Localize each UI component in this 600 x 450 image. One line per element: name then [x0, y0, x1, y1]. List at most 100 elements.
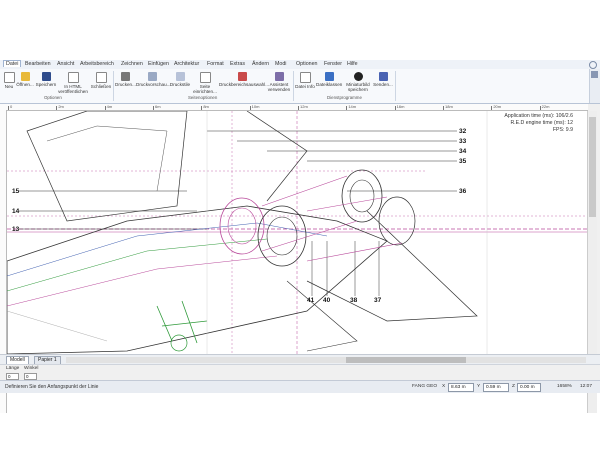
menu-fenster[interactable]: Fenster: [324, 61, 342, 67]
callout-label: 35: [459, 158, 467, 165]
ruler-label: 12m: [300, 104, 308, 109]
menu-hilfe[interactable]: Hilfe: [347, 61, 358, 67]
file-classes-button[interactable]: Dateiklassen: [316, 72, 342, 87]
ruler-tick: [346, 106, 348, 110]
envelope-icon: [378, 72, 388, 81]
ruler-label: 18m: [445, 104, 453, 109]
ruler-label: 2m: [58, 104, 64, 109]
send-button[interactable]: Senden...: [373, 72, 393, 87]
group-label-optionen: Optionen: [44, 95, 62, 100]
x-coordinate-field[interactable]: 8.63 m: [448, 383, 474, 392]
ruler-tick: [539, 106, 541, 110]
zoom-level[interactable]: 1658%: [557, 384, 572, 389]
ribbon-separator: [395, 71, 396, 101]
new-button[interactable]: Neu: [2, 72, 16, 89]
print-styles-button[interactable]: Druckstile: [169, 72, 191, 87]
cad-application-window: Datei Bearbeiten Ansicht Arbeitsbereich …: [0, 60, 600, 413]
ruler-tick: [394, 106, 396, 110]
ruler-label: 22m: [541, 104, 550, 109]
folder-icon: [20, 72, 30, 81]
page-setup-icon: [199, 72, 211, 83]
floppy-disk-icon: [41, 72, 51, 81]
ruler-label: 10m: [251, 104, 260, 109]
perf-application-time: Application time (ms): 106/2.6: [504, 113, 573, 119]
callout-label: 13: [12, 226, 20, 233]
menu-modi[interactable]: Modi: [275, 61, 286, 67]
scroll-thumb[interactable]: [346, 357, 466, 363]
menu-extras[interactable]: Extras: [230, 61, 245, 67]
print-button[interactable]: Drucken...: [115, 72, 136, 87]
ribbon-separator: [113, 71, 114, 101]
aircraft-wireframe-drawing: [7, 111, 587, 354]
properties-icon: [591, 71, 598, 78]
callout-label: 15: [12, 188, 20, 195]
coordinate-input-bar: Länge Winkel 0 0: [0, 364, 600, 381]
length-label: Länge: [6, 366, 20, 371]
close-button[interactable]: Schließen: [90, 72, 112, 89]
y-coordinate-label: Y: [477, 384, 481, 389]
use-assistant-button[interactable]: Assistent verwenden: [266, 72, 292, 92]
ruler-tick: [443, 106, 444, 110]
length-field[interactable]: 0: [6, 373, 19, 380]
thumbnail-icon: [353, 72, 363, 81]
menu-optionen[interactable]: Optionen: [296, 61, 318, 67]
menu-arbeitsbereich[interactable]: Arbeitsbereich: [80, 61, 114, 67]
ruler-tick: [8, 106, 9, 110]
angle-label: Winkel: [24, 366, 39, 371]
menu-architektur[interactable]: Architektur: [174, 61, 199, 67]
perf-engine-time: R.E.D engine time (ms): 12: [510, 120, 573, 126]
snap-modes[interactable]: FANG GEO: [412, 384, 437, 389]
menu-aendern[interactable]: Ändern: [252, 61, 269, 67]
menu-zeichnen[interactable]: Zeichnen: [121, 61, 143, 67]
file-classes-icon: [324, 72, 334, 81]
callout-label: 32: [459, 128, 467, 135]
menu-bearbeiten[interactable]: Bearbeiten: [25, 61, 51, 67]
print-preview-button[interactable]: Druckvorschau...: [136, 72, 170, 87]
help-icon[interactable]: [589, 61, 597, 69]
callout-label: 34: [459, 148, 467, 155]
file-info-button[interactable]: Datei Info: [295, 72, 315, 89]
save-thumbnail-button[interactable]: Miniaturbild speichern: [343, 72, 373, 92]
close-document-icon: [95, 72, 107, 83]
publish-html-button[interactable]: In HTML veröffentlichen: [58, 72, 88, 94]
properties-side-tool[interactable]: [589, 69, 600, 103]
print-area-icon: [237, 72, 247, 81]
callout-label: 40: [323, 297, 331, 304]
open-button[interactable]: Öffnen...: [16, 72, 34, 87]
group-label-dienstprogramme: Dienstprogramme: [327, 95, 362, 100]
z-coordinate-field[interactable]: 0.00 m: [517, 383, 541, 392]
callout-label: 38: [350, 297, 358, 304]
ruler-label: 6m: [155, 104, 161, 109]
ribbon-separator: [293, 71, 294, 101]
menu-format[interactable]: Format: [207, 61, 224, 67]
ruler-tick: [298, 106, 299, 110]
ruler-label: 0: [10, 104, 13, 109]
angle-field[interactable]: 0: [24, 373, 37, 380]
print-preview-icon: [147, 72, 157, 81]
callout-label: 41: [307, 297, 315, 304]
callout-label: 37: [374, 297, 382, 304]
ruler-label: 14m: [348, 104, 357, 109]
y-coordinate-field[interactable]: 0.59 m: [483, 383, 509, 392]
callout-label: 33: [459, 138, 467, 145]
status-message: Definieren Sie den Anfangspunkt der Lini…: [5, 384, 99, 390]
ruler-tick: [153, 106, 154, 110]
save-button[interactable]: Speichern: [35, 72, 57, 87]
scroll-thumb[interactable]: [589, 117, 596, 217]
horizontal-scrollbar[interactable]: [66, 357, 586, 363]
menu-datei[interactable]: Datei: [3, 60, 22, 67]
x-coordinate-label: X: [442, 384, 446, 389]
new-file-icon: [3, 72, 15, 83]
print-area-selection-button[interactable]: Druckbereichsauswahl...: [219, 72, 269, 87]
status-bar: Definieren Sie den Anfangspunkt der Lini…: [0, 380, 600, 393]
callout-label: 36: [459, 188, 467, 195]
perf-fps: FPS: 9.9: [552, 127, 573, 133]
page-setup-button[interactable]: Seite einrichten...: [192, 72, 218, 94]
print-styles-icon: [175, 72, 185, 81]
menu-einfuegen[interactable]: Einfügen: [148, 61, 169, 67]
horizontal-ruler: 0 2m 4m 6m 8m 10m 12m 14m 16m 18m 20m 22m: [0, 104, 588, 111]
menu-ansicht[interactable]: Ansicht: [57, 61, 74, 67]
file-info-icon: [299, 72, 311, 83]
callout-label: 14: [12, 208, 20, 215]
ruler-label: 16m: [396, 104, 405, 109]
